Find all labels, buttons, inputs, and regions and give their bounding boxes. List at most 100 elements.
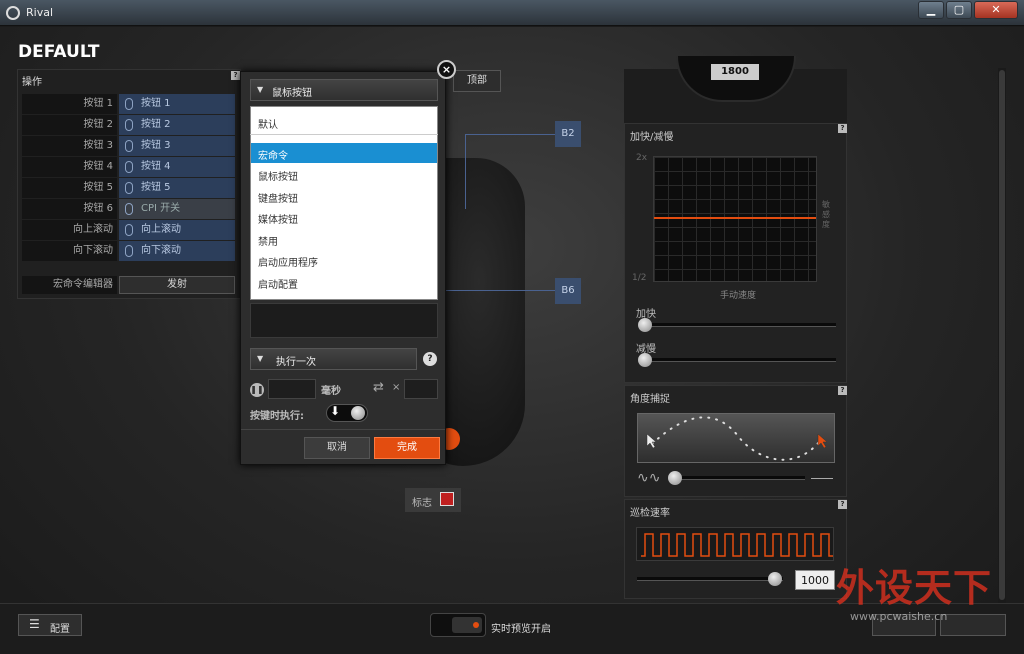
list-item-default[interactable]: 默认: [258, 116, 278, 131]
wave-icon: [646, 416, 828, 461]
maximize-button[interactable]: ▢: [946, 1, 972, 19]
binding-key: 向下滚动: [22, 241, 117, 261]
dropdown-caret-icon: ▼: [257, 85, 264, 94]
accel-y-top: 2x: [636, 153, 648, 163]
ok-button[interactable]: 完成: [374, 437, 440, 459]
connector-line: [465, 134, 555, 135]
list-item-keyboard-button[interactable]: 键盘按钮: [258, 190, 298, 205]
binding-value-label: 按钮 3: [141, 140, 171, 151]
cpi-icon: [125, 203, 133, 215]
accelerate-slider-knob[interactable]: [638, 318, 652, 332]
connector-line: [465, 134, 466, 209]
binding-value[interactable]: 按钮 3: [119, 136, 235, 156]
cpi-value: 1800: [711, 64, 759, 80]
acceleration-graph[interactable]: [653, 156, 817, 282]
list-item-launch-app[interactable]: 启动应用程序: [258, 254, 318, 269]
live-preview-label: 实时预览开启: [491, 624, 551, 635]
polling-slider-knob[interactable]: [768, 572, 782, 586]
binding-value[interactable]: 向下滚动: [119, 241, 235, 261]
dropdown-caret-icon: ▼: [257, 354, 264, 363]
list-item-disable[interactable]: 禁用: [258, 233, 278, 248]
toggle-indicator: [473, 622, 479, 628]
close-window-button[interactable]: ✕: [974, 1, 1018, 19]
binding-key: 按钮 5: [22, 178, 117, 198]
node-b2[interactable]: B2: [555, 121, 581, 147]
steelseries-logo-icon: [6, 6, 20, 20]
straight-line-icon: [811, 478, 833, 479]
binding-value[interactable]: 向上滚动: [119, 220, 235, 240]
binding-value[interactable]: 按钮 4: [119, 157, 235, 177]
help-icon[interactable]: ?: [838, 386, 847, 395]
ms-label: 毫秒: [321, 386, 341, 397]
help-icon[interactable]: ?: [423, 352, 437, 366]
mouse-icon: [125, 140, 133, 152]
mouse-icon: [125, 119, 133, 131]
acceleration-header: 加快/减慢: [630, 132, 674, 143]
angle-snap-preview: [637, 413, 835, 463]
node-b6[interactable]: B6: [555, 278, 581, 304]
watermark-brand: 外设天下: [836, 566, 993, 610]
list-item-macro[interactable]: 宏命令: [258, 147, 288, 162]
acceleration-curve: [654, 217, 816, 219]
binding-key: 向上滚动: [22, 220, 117, 240]
execute-mode-label: 执行一次: [276, 357, 316, 368]
binding-value-label: 按钮 1: [141, 98, 171, 109]
binding-key: 按钮 1: [22, 94, 117, 114]
top-view-button[interactable]: 顶部: [453, 70, 501, 92]
decelerate-slider-knob[interactable]: [638, 353, 652, 367]
macro-editor-launch-button[interactable]: 发射: [119, 276, 235, 294]
list-item-media-button[interactable]: 媒体按钮: [258, 211, 298, 226]
delay-input[interactable]: [268, 379, 316, 399]
binding-key: 按钮 3: [22, 136, 117, 156]
binding-value[interactable]: CPI 开关: [119, 199, 235, 219]
help-icon[interactable]: ?: [838, 500, 847, 509]
binding-value[interactable]: 按钮 5: [119, 178, 235, 198]
accelerate-slider-track[interactable]: [640, 323, 836, 327]
angle-snap-header: 角度捕捉: [630, 394, 670, 405]
arrow-down-icon: ⬇: [330, 404, 341, 418]
macro-editor-label: 宏命令编辑器: [22, 276, 117, 294]
angle-snap-slider-track[interactable]: [675, 476, 805, 480]
binding-value-label: 向上滚动: [141, 224, 181, 235]
repeat-count-input[interactable]: [404, 379, 438, 399]
wavy-line-icon: ∿∿: [637, 470, 661, 486]
binding-value[interactable]: 按钮 2: [119, 115, 235, 135]
action-type-label: 鼠标按钮: [272, 88, 312, 99]
actions-header: 操作: [22, 77, 42, 88]
help-icon[interactable]: ?: [838, 124, 847, 133]
binding-value-label: 按钮 2: [141, 119, 171, 130]
scrollbar-thumb[interactable]: [999, 70, 1005, 600]
logo-color-swatch[interactable]: [440, 492, 454, 506]
list-item-mouse-button[interactable]: 鼠标按钮: [258, 168, 298, 183]
help-icon[interactable]: ?: [231, 71, 240, 80]
binding-value-label: 按钮 5: [141, 182, 171, 193]
decelerate-slider-track[interactable]: [640, 358, 836, 362]
angle-snap-slider-knob[interactable]: [668, 471, 682, 485]
cancel-button[interactable]: 取消: [304, 437, 370, 459]
connector-line: [440, 290, 555, 291]
binding-key: 按钮 4: [22, 157, 117, 177]
polling-value: 1000: [795, 570, 835, 590]
list-item-launch-config[interactable]: 启动配置: [258, 276, 298, 291]
footer-button[interactable]: [940, 614, 1006, 636]
profile-name: DEFAULT: [18, 42, 100, 62]
mouse-icon: [125, 224, 133, 236]
minimize-button[interactable]: ▁: [918, 1, 944, 19]
mouse-icon: [125, 182, 133, 194]
binding-value[interactable]: 按钮 1: [119, 94, 235, 114]
binding-value-label: CPI 开关: [141, 203, 181, 214]
mouse-icon: [125, 245, 133, 257]
delay-pause-icon: ❚❚: [250, 383, 264, 397]
polling-slider-track[interactable]: [637, 577, 783, 581]
list-divider: [250, 134, 438, 135]
polling-graph: [636, 527, 834, 561]
dialog-divider: [241, 429, 445, 430]
close-dialog-icon[interactable]: ×: [437, 60, 456, 79]
bindings-list: 按钮 1 按钮 1 按钮 2 按钮 2 按钮 3 按钮 3 按钮 4 按钮 4 按钮 5…: [22, 94, 236, 266]
title-bar: [0, 0, 1024, 26]
binding-value-label: 按钮 4: [141, 161, 171, 172]
polling-header: 巡检速率: [630, 508, 670, 519]
logo-zone-label: 标志: [412, 498, 432, 509]
toggle-knob: [351, 406, 365, 420]
binding-value-label: 向下滚动: [141, 245, 181, 256]
